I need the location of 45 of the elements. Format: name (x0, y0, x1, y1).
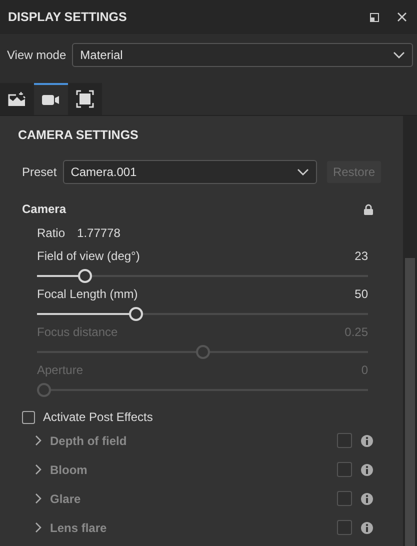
info-icon[interactable] (361, 464, 373, 476)
effect-name: Lens flare (50, 520, 108, 534)
field-label: View mode (7, 48, 66, 62)
chevron-icon[interactable] (35, 522, 42, 533)
slider-value: 23 (354, 249, 368, 263)
ratio-label: Ratio (37, 226, 66, 240)
effect-checkbox[interactable] (337, 491, 352, 506)
landscape-icon (8, 91, 26, 107)
chevron-icon[interactable] (35, 435, 42, 446)
chevron-down-icon (296, 168, 309, 176)
info-icon[interactable] (361, 434, 373, 446)
preset-dropdown[interactable]: Camera.001 (62, 160, 317, 184)
checkbox-label: Activate Post Effects (43, 410, 153, 424)
effect-checkbox[interactable] (337, 433, 352, 448)
effect-name: Depth of field (50, 434, 128, 448)
tab[interactable] (68, 83, 102, 115)
field-label: Preset (22, 165, 57, 179)
chevron-down-icon (393, 51, 405, 59)
effect-checkbox[interactable] (337, 462, 352, 477)
effect-checkbox[interactable] (337, 520, 352, 535)
slider-track[interactable] (37, 383, 368, 397)
video-camera-icon (42, 94, 60, 106)
tab[interactable] (0, 83, 34, 115)
info-icon[interactable] (361, 492, 373, 504)
checkbox[interactable] (22, 410, 35, 424)
view-mode-dropdown[interactable]: Material (72, 43, 413, 67)
restore-window-icon[interactable] (370, 12, 379, 22)
effect-name: Bloom (50, 462, 88, 476)
slider-track[interactable] (37, 269, 368, 283)
effect-name: Glare (50, 492, 82, 506)
info-icon[interactable] (361, 522, 373, 534)
scrollbar-thumb[interactable] (405, 258, 415, 546)
slider-value: 50 (354, 287, 368, 301)
ratio-value: 1.77778 (77, 226, 120, 240)
section-title: CAMERA SETTINGS (17, 127, 140, 142)
frame-icon (76, 90, 94, 108)
slider-label: Focal Length (mm) (37, 287, 138, 301)
lock-icon[interactable] (364, 204, 373, 214)
chevron-icon[interactable] (35, 464, 42, 475)
chevron-icon[interactable] (35, 493, 42, 504)
slider-track[interactable] (37, 307, 368, 321)
close-icon[interactable] (397, 12, 407, 22)
window-title: DISPLAY SETTINGS (8, 10, 128, 24)
group-title: Camera (22, 202, 66, 216)
slider-label: Field of view (deg°) (37, 249, 140, 263)
